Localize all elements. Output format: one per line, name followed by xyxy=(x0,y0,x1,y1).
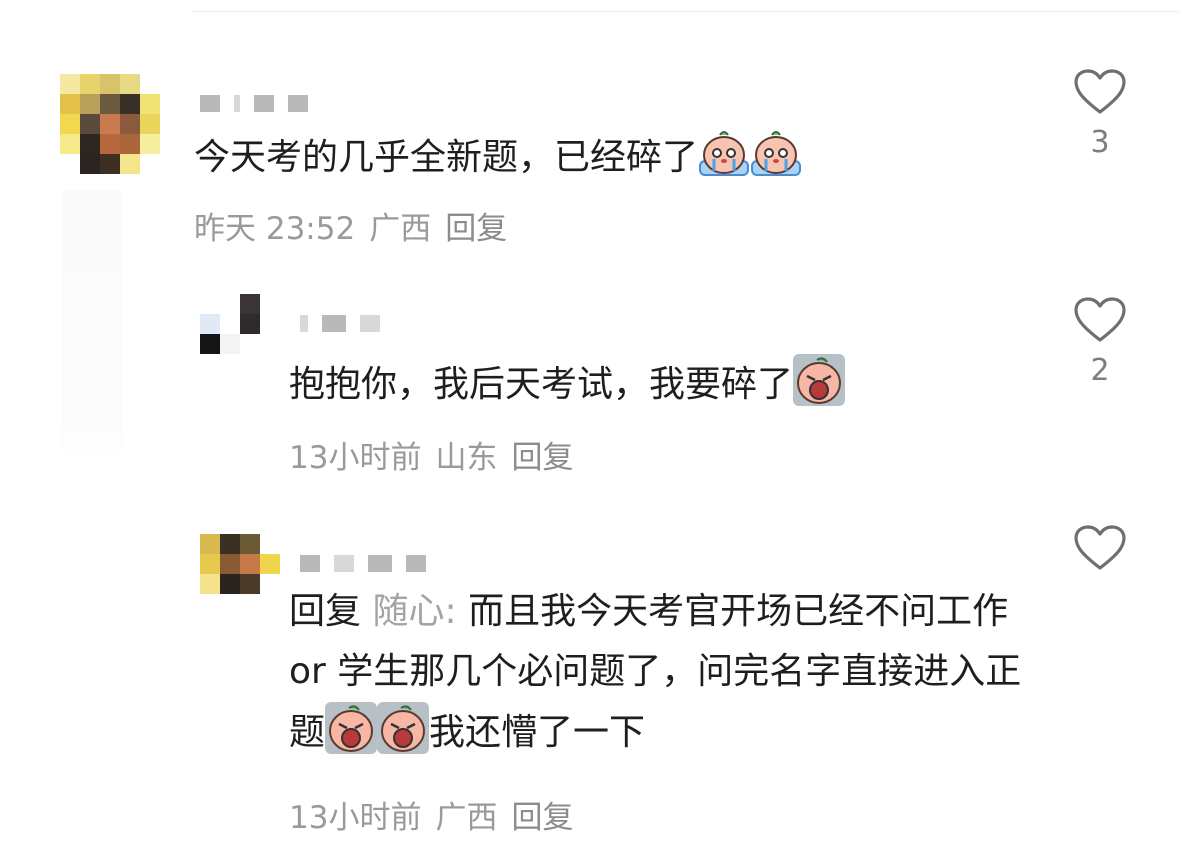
wailing-emoji-icon xyxy=(377,702,430,754)
like-count: 3 xyxy=(1090,125,1110,160)
heart-icon xyxy=(1074,69,1126,114)
thread-line xyxy=(62,190,122,450)
comment-time: 昨天 23:52 xyxy=(194,211,356,247)
comment-text-tail: 我还懵了一下 xyxy=(429,712,646,753)
comment-text: 回复 随心: 而且我今天考官开场已经不问工作 or 学生那几个必问题了，问完名字… xyxy=(289,582,1029,763)
crying-emoji-icon xyxy=(699,131,750,176)
top-divider xyxy=(192,11,1179,12)
avatar[interactable] xyxy=(200,294,260,354)
comment-meta: 昨天 23:52 广西 回复 xyxy=(194,203,507,248)
comment-text: 今天考的几乎全新题，已经碎了 xyxy=(194,127,802,188)
comment-text-content: 今天考的几乎全新题，已经碎了 xyxy=(194,137,699,178)
reply-button[interactable]: 回复 xyxy=(511,792,573,837)
comment-location: 广西 xyxy=(435,800,498,836)
username-blurred[interactable] xyxy=(300,555,426,572)
comment-location: 广西 xyxy=(369,211,432,247)
comment-time: 13小时前 xyxy=(289,440,422,476)
like-count: 2 xyxy=(1090,353,1110,388)
wailing-emoji-icon xyxy=(793,354,846,406)
username-blurred[interactable] xyxy=(300,315,380,332)
wailing-emoji-icon xyxy=(325,702,378,754)
reply-target-username[interactable]: 随心: xyxy=(372,591,456,632)
heart-icon xyxy=(1074,525,1126,570)
heart-icon xyxy=(1074,297,1126,342)
avatar[interactable] xyxy=(60,74,160,174)
comment-meta: 13小时前 广西 回复 xyxy=(289,792,573,837)
username-blurred[interactable] xyxy=(200,95,308,112)
reply-prefix: 回复 xyxy=(289,591,362,632)
comment-location: 山东 xyxy=(435,440,498,476)
crying-emoji-icon xyxy=(751,131,802,176)
reply-button[interactable]: 回复 xyxy=(511,432,573,477)
avatar[interactable] xyxy=(200,534,280,594)
like-button[interactable]: 2 xyxy=(1070,296,1130,388)
comment-text: 抱抱你，我后天考试，我要碎了 xyxy=(289,354,846,415)
comment-text-content: 抱抱你，我后天考试，我要碎了 xyxy=(289,364,794,405)
comment-time: 13小时前 xyxy=(289,800,422,836)
like-button[interactable]: 3 xyxy=(1070,68,1130,160)
like-button[interactable] xyxy=(1070,524,1130,572)
reply-button[interactable]: 回复 xyxy=(445,203,507,248)
comment-meta: 13小时前 山东 回复 xyxy=(289,432,573,477)
